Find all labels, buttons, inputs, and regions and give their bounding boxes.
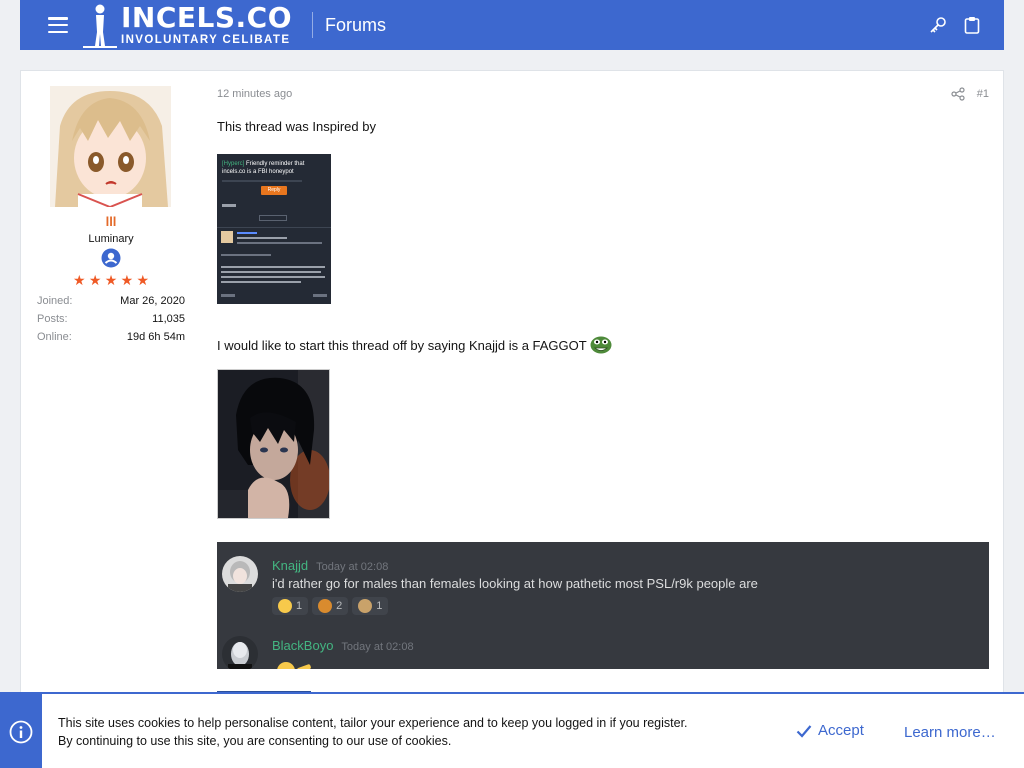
- stat-value: Mar 26, 2020: [120, 295, 185, 307]
- discord-author-name: Knajjd: [272, 558, 309, 573]
- embedded-screenshot-image[interactable]: [Hyperc] Friendly reminder that incels.c…: [217, 154, 331, 304]
- star-icon: ★: [136, 272, 149, 288]
- reaction-count: 1: [376, 600, 383, 612]
- star-icon: ★: [104, 272, 118, 288]
- star-icon: ★: [120, 272, 134, 288]
- post-number[interactable]: #1: [977, 88, 989, 100]
- emoji-icon: [277, 662, 295, 669]
- username[interactable]: lll: [21, 214, 201, 229]
- discord-text: i'd rather go for males than females loo…: [272, 576, 758, 591]
- cookie-text: This site uses cookies to help personali…: [58, 714, 688, 750]
- accept-button[interactable]: Accept: [796, 722, 864, 739]
- stat-label: Joined:: [37, 295, 73, 307]
- discord-author-name: BlackBoyo: [272, 638, 334, 653]
- user-badge-icon: [101, 248, 121, 268]
- post-text-line2-content: I would like to start this thread off by…: [217, 338, 587, 353]
- post-container: lll Luminary ★ ★ ★ ★ ★ Joined: Mar 26, 2…: [20, 70, 1004, 768]
- embedded-photo-image[interactable]: [217, 369, 330, 519]
- logo-figure-icon: [83, 4, 117, 48]
- reaction: 1: [272, 597, 309, 615]
- star-icon: ★: [73, 272, 86, 288]
- info-icon: [0, 694, 42, 768]
- cookie-line1: This site uses cookies to help personali…: [58, 716, 688, 730]
- post-text-line1: This thread was Inspired by: [217, 119, 376, 134]
- stat-value: 11,035: [152, 313, 185, 325]
- discord-reactions: 1 2 1: [272, 597, 389, 615]
- reaction-count: 2: [336, 600, 343, 612]
- check-icon: [796, 724, 812, 738]
- nav-forums-link[interactable]: Forums: [325, 15, 386, 36]
- logo-title: INCELS.CO: [121, 0, 293, 34]
- hand-emoji-icon: [296, 663, 312, 669]
- stat-label: Online:: [37, 331, 72, 343]
- post-text-line2: I would like to start this thread off by…: [217, 334, 612, 354]
- menu-icon[interactable]: [48, 17, 68, 33]
- discord-screenshot: Knajjd Today at 02:08 i'd rather go for m…: [217, 542, 989, 669]
- discord-time: Today at 02:08: [316, 561, 389, 573]
- stat-online: Online: 19d 6h 54m: [37, 331, 185, 343]
- discord-time: Today at 02:08: [341, 641, 414, 653]
- reaction: 1: [352, 597, 389, 615]
- user-rank: Luminary: [88, 233, 134, 245]
- avatar[interactable]: [50, 86, 171, 207]
- discord-author: Knajjd Today at 02:08: [272, 558, 388, 573]
- clipboard-icon[interactable]: [962, 15, 982, 35]
- post-timestamp[interactable]: 12 minutes ago: [217, 88, 292, 100]
- discord-avatar: [222, 636, 258, 669]
- woman-emoji-icon: [358, 599, 373, 613]
- cookie-line2: By continuing to use this site, you are …: [58, 734, 452, 748]
- accept-label: Accept: [818, 722, 864, 739]
- dog-emoji-icon: [318, 599, 333, 613]
- site-header: INCELS.CO INVOLUNTARY CELIBATE Forums: [20, 0, 1004, 50]
- share-icon[interactable]: [951, 87, 965, 101]
- stat-joined: Joined: Mar 26, 2020: [37, 295, 185, 307]
- discord-author: BlackBoyo Today at 02:08: [272, 638, 414, 653]
- stat-posts: Posts: 11,035: [37, 313, 185, 325]
- star-icon: ★: [88, 272, 102, 288]
- key-icon[interactable]: [928, 15, 948, 35]
- pepe-emoji-icon: [590, 334, 612, 354]
- stat-value: 19d 6h 54m: [126, 331, 185, 343]
- stat-label: Posts:: [37, 313, 68, 325]
- site-logo[interactable]: INCELS.CO INVOLUNTARY CELIBATE: [83, 0, 292, 50]
- screenshot-reply-button: Reply: [261, 186, 287, 195]
- screenshot-title-tag: [Hyperc]: [222, 161, 245, 167]
- reaction-count: 1: [296, 600, 303, 612]
- rating-stars: ★ ★ ★ ★ ★: [73, 272, 149, 288]
- laughing-emoji-icon: [278, 599, 292, 613]
- logo-subtitle: INVOLUNTARY CELIBATE: [121, 33, 291, 46]
- discord-avatar: [222, 556, 258, 592]
- learn-more-link[interactable]: Learn more…: [904, 724, 996, 741]
- cookie-notice: This site uses cookies to help personali…: [0, 692, 1024, 768]
- reaction: 2: [312, 597, 349, 615]
- header-divider: [312, 12, 314, 38]
